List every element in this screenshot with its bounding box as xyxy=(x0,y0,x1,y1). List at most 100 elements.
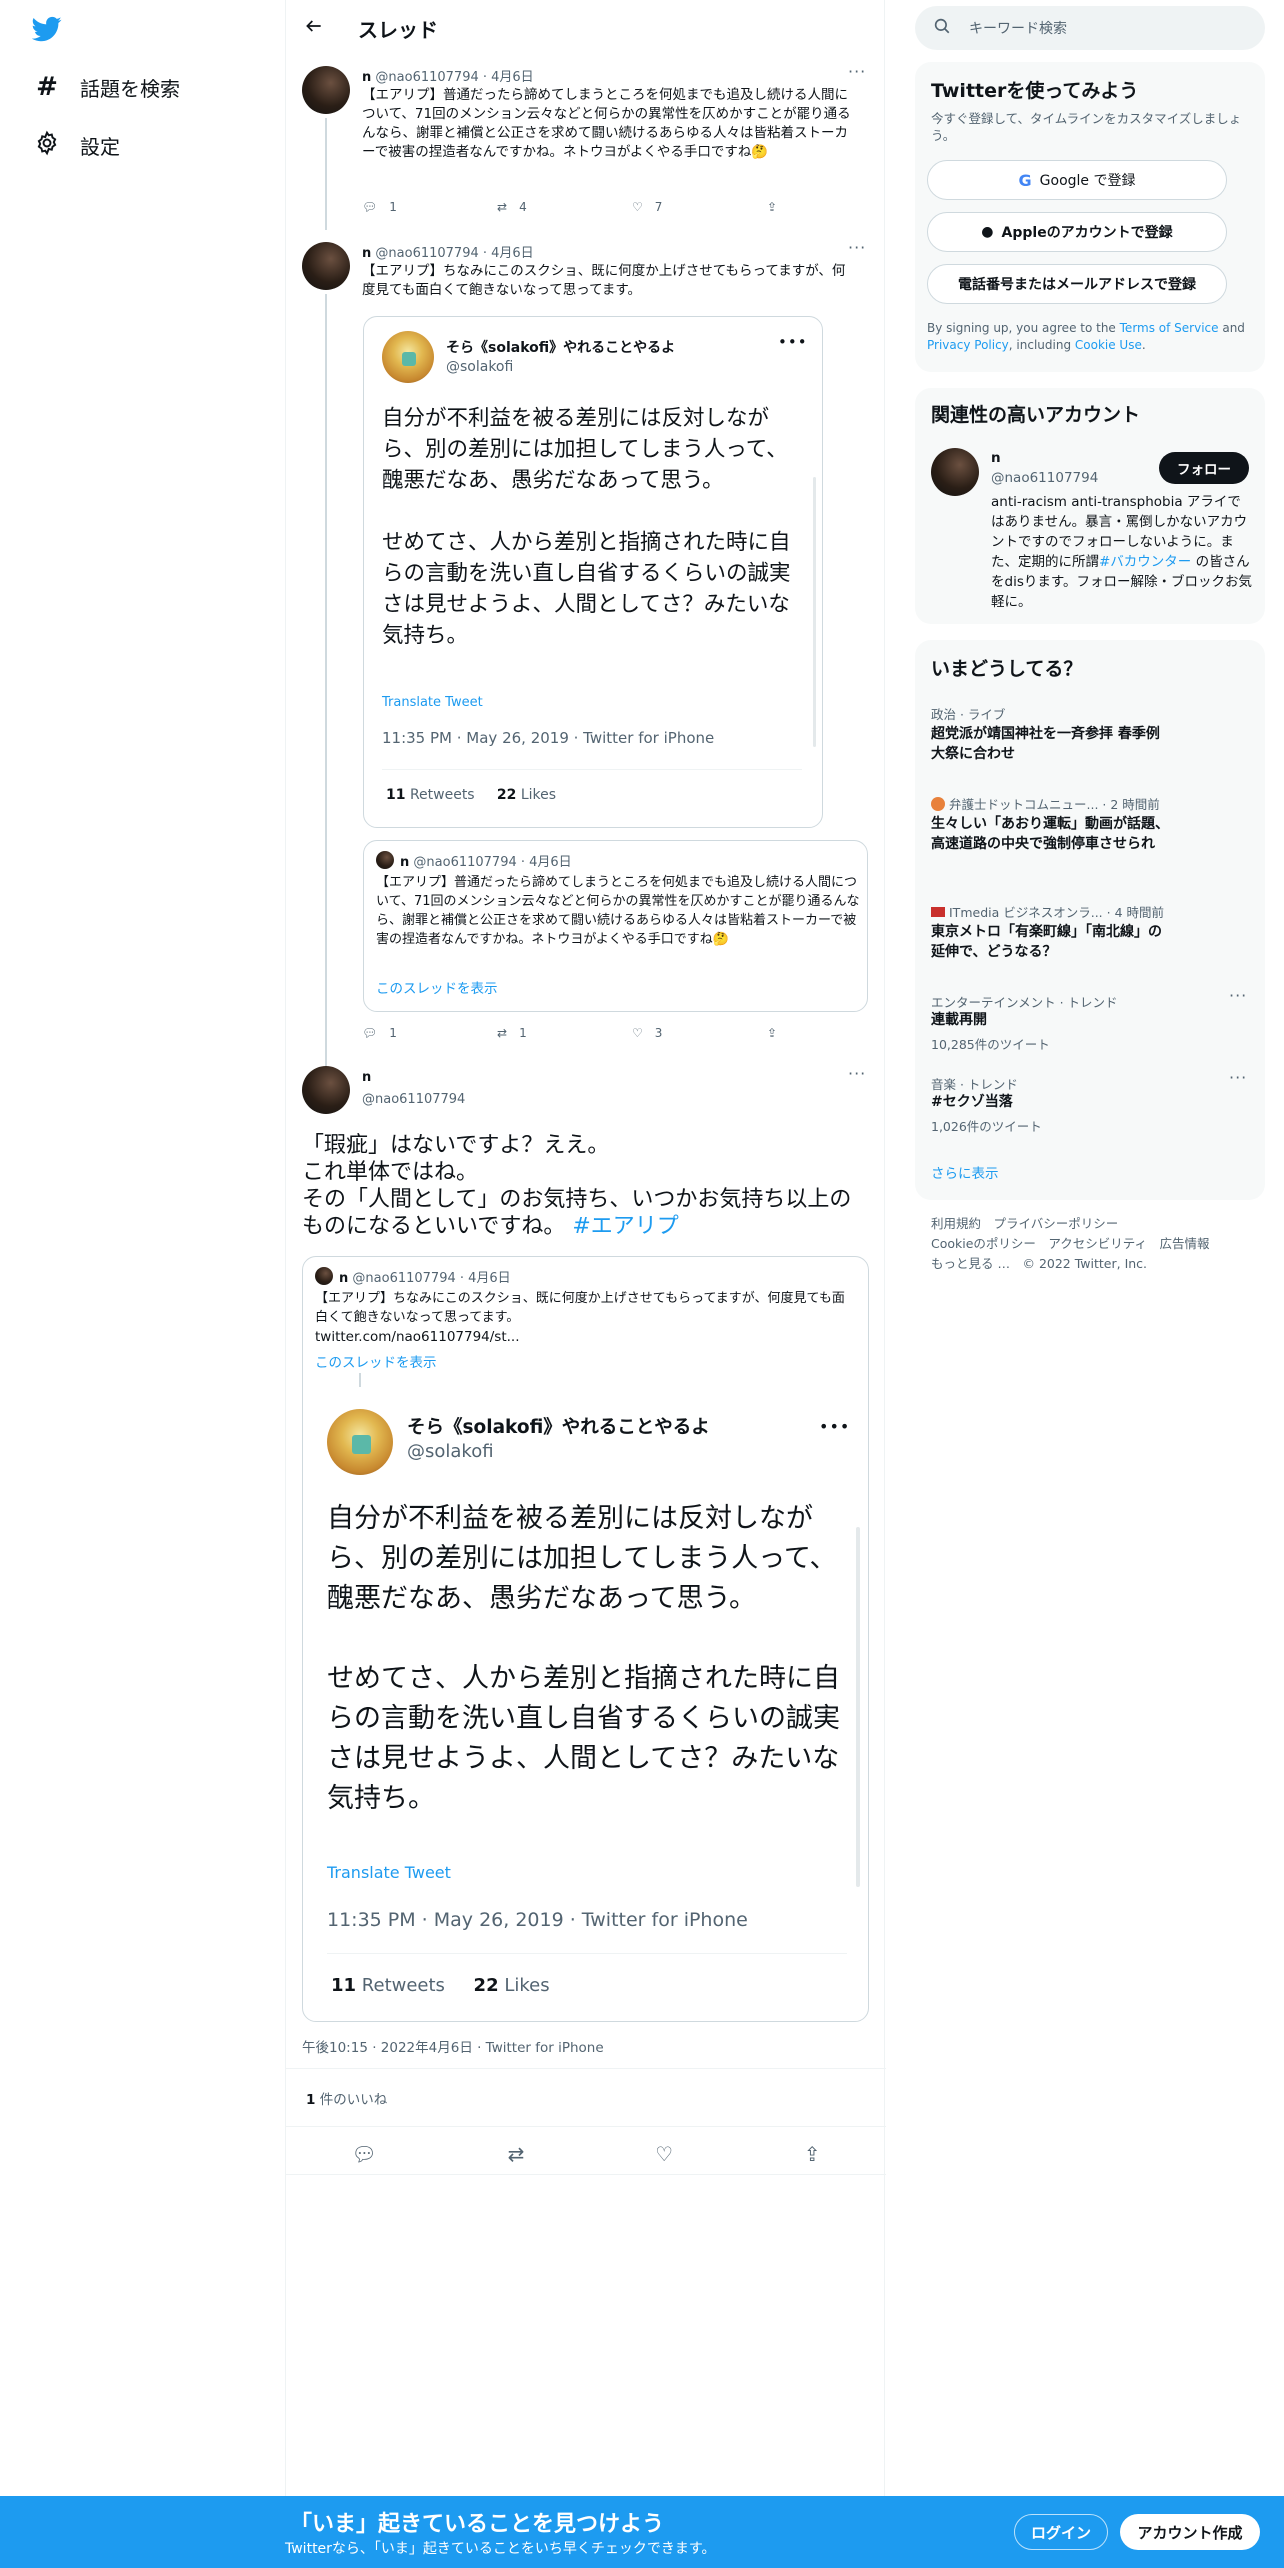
terms-of-service-link[interactable]: Terms of Service xyxy=(1120,321,1219,335)
reply-icon[interactable]: 💬︎ xyxy=(351,2142,376,2166)
signup-terms: By signing up, you agree to the Terms of… xyxy=(927,320,1253,354)
more-icon[interactable]: ··· xyxy=(848,1064,866,1083)
embed-retweets-num: 11 xyxy=(386,787,406,803)
avatar[interactable] xyxy=(302,1066,350,1114)
trend-category: ITmedia ビジネスオンラ... · 4 時間前 xyxy=(949,905,1164,920)
translate-link: Translate Tweet xyxy=(327,1863,451,1882)
avatar[interactable] xyxy=(302,242,350,290)
trend-name: #セクゾ当落 xyxy=(931,1094,1013,1110)
related-handle[interactable]: @nao61107794 xyxy=(991,470,1098,486)
google-signup-button[interactable]: G Google で登録 xyxy=(927,160,1227,200)
more-icon[interactable]: ··· xyxy=(848,62,866,81)
footer-links-3[interactable]: もっと見る … © 2022 Twitter, Inc. xyxy=(931,1254,1147,1274)
more-icon[interactable]: ··· xyxy=(1229,1068,1247,1087)
avatar xyxy=(382,331,434,383)
signup-panel: Twitterを使ってみよう 今すぐ登録して、タイムラインをカスタマイズしましょ… xyxy=(915,62,1265,372)
more-icon[interactable]: ··· xyxy=(1229,986,1247,1005)
embed-retweets-label: Retweets xyxy=(361,1975,445,1996)
embed-stats: 11 Retweets 22 Likes xyxy=(331,1975,550,1996)
share-button[interactable]: ⇪ xyxy=(767,1026,902,1040)
search-input[interactable]: キーワード検索 xyxy=(915,6,1265,50)
follow-button[interactable]: フォロー xyxy=(1159,452,1249,484)
scrollbar xyxy=(813,477,816,747)
reply-count: 1 xyxy=(389,1026,397,1040)
thread-tweet-2[interactable]: n @nao61107794 · 4月6日 ··· 【エアリプ】ちなみにこのスク… xyxy=(286,232,886,1112)
author-handle-date[interactable]: @nao61107794 · 4月6日 xyxy=(375,70,533,85)
bio-hashtag-link[interactable]: #バカウンター xyxy=(1099,554,1191,570)
nav-explore[interactable]: # 話題を検索 xyxy=(34,72,180,102)
reply-button[interactable]: 💬︎ 1 xyxy=(362,1026,497,1040)
login-button[interactable]: ログイン xyxy=(1014,2514,1108,2550)
like-count: 3 xyxy=(654,1026,663,1040)
like-button[interactable]: ♡ 3 xyxy=(632,1026,767,1040)
related-name[interactable]: n xyxy=(991,450,1001,466)
show-more-link[interactable]: さらに表示 xyxy=(931,1162,999,1182)
embed-retweets-num: 11 xyxy=(331,1975,357,1996)
apple-signup-label: Appleのアカウントで登録 xyxy=(1001,225,1173,241)
heart-icon: ♡ xyxy=(632,1026,643,1040)
share-icon[interactable]: ⇪ xyxy=(804,2142,821,2166)
quote-link[interactable]: twitter.com/nao61107794/st... xyxy=(315,1329,520,1345)
signup-subtitle: 今すぐ登録して、タイムラインをカスタマイズしましょう。 xyxy=(931,111,1242,143)
avatar[interactable] xyxy=(931,448,979,496)
thread-connector xyxy=(359,1373,361,1387)
reply-button[interactable]: 💬︎ 1 xyxy=(362,200,497,214)
show-thread-link[interactable]: このスレッドを表示 xyxy=(376,977,498,997)
terms-text: and xyxy=(1218,321,1245,335)
back-arrow-icon[interactable] xyxy=(304,16,328,40)
author-handle-date[interactable]: @nao61107794 · 4月6日 xyxy=(375,246,533,261)
show-thread-link[interactable]: このスレッドを表示 xyxy=(315,1351,437,1371)
terms-text: , including xyxy=(1008,338,1075,352)
more-icon: ••• xyxy=(819,1417,851,1436)
retweet-button[interactable]: ⇄ 1 xyxy=(497,1026,632,1040)
thread-tweet-1[interactable]: n @nao61107794 · 4月6日 ··· 【エアリプ】普通だったら諦め… xyxy=(286,56,886,230)
share-button[interactable]: ⇪ xyxy=(767,200,902,214)
avatar xyxy=(315,1267,333,1285)
divider xyxy=(286,2174,886,2175)
embedded-screenshot[interactable]: そら《solakofi》やれることやるよ @solakofi ••• 自分が不利… xyxy=(363,316,823,828)
thread-header: スレッド xyxy=(286,0,886,56)
footer-links-1[interactable]: 利用規約 プライバシーポリシー xyxy=(931,1214,1118,1234)
trend-count: 10,285件のツイート xyxy=(931,1037,1050,1052)
author-name[interactable]: n xyxy=(362,70,371,85)
signup-button[interactable]: アカウント作成 xyxy=(1120,2514,1260,2550)
trends-panel: いまどうしてる？ 政治 · ライブ 超党派が靖国神社を一斉参拝 春季例大祭に合わ… xyxy=(915,640,1265,1200)
author-handle[interactable]: @nao61107794 xyxy=(362,1092,465,1107)
search-placeholder: キーワード検索 xyxy=(969,21,1067,37)
privacy-policy-link[interactable]: Privacy Policy xyxy=(927,338,1009,352)
more-icon[interactable]: ··· xyxy=(848,238,866,257)
embed-author-handle: @solakofi xyxy=(446,359,514,375)
trend-name: 連載再開 xyxy=(931,1012,987,1028)
embed-meta: 11:35 PM · May 26, 2019 · Twitter for iP… xyxy=(327,1909,748,1931)
quoted-tweet[interactable]: n @nao61107794 · 4月6日 【エアリプ】普通だったら諦めてしまう… xyxy=(363,840,868,1012)
avatar[interactable] xyxy=(302,66,350,114)
author-name[interactable]: n xyxy=(362,246,371,261)
like-button[interactable]: ♡ 7 xyxy=(632,200,767,214)
nav-settings[interactable]: 設定 xyxy=(34,130,120,161)
related-bio: anti-racism anti-transphobia アライではありません。… xyxy=(991,492,1253,612)
author-name[interactable]: n xyxy=(362,1070,371,1085)
phone-email-signup-button[interactable]: 電話番号またはメールアドレスで登録 xyxy=(927,264,1227,304)
twitter-logo-icon[interactable] xyxy=(31,14,62,48)
apple-signup-button[interactable]: ● Appleのアカウントで登録 xyxy=(927,212,1227,252)
banner-subtitle: Twitterなら、「いま」起きていることをいち早くチェックできます。 xyxy=(285,2541,716,2557)
retweet-button[interactable]: ⇄ 4 xyxy=(497,200,632,214)
trend-category: 政治 · ライブ xyxy=(931,707,1006,722)
share-icon: ⇪ xyxy=(767,200,778,214)
cookie-use-link[interactable]: Cookie Use xyxy=(1075,338,1142,352)
trend-category: 弁護士ドットコムニュー... · 2 時間前 xyxy=(949,797,1160,812)
gear-icon xyxy=(34,130,60,161)
heart-icon[interactable]: ♡ xyxy=(655,2142,673,2166)
likes-summary[interactable]: 1 件のいいね xyxy=(306,2088,387,2108)
retweet-icon[interactable]: ⇄ xyxy=(508,2142,525,2166)
more-icon: ••• xyxy=(778,333,808,351)
embed-likes-num: 22 xyxy=(496,787,517,803)
quote-author-name: n xyxy=(339,1271,349,1286)
footer-links-2[interactable]: Cookieのポリシー アクセシビリティ 広告情報 xyxy=(931,1234,1210,1254)
share-icon: ⇪ xyxy=(767,1026,778,1040)
quote-text: 【エアリプ】ちなみにこのスクショ、既に何度か上げさせてもらってますが、何度見ても… xyxy=(315,1291,845,1325)
embed-stats: 11 Retweets 22 Likes xyxy=(386,787,556,803)
quoted-tweet[interactable]: n @nao61107794 · 4月6日 【エアリプ】ちなみにこのスクショ、既… xyxy=(302,1256,869,2022)
tweet-timestamp[interactable]: 午後10:15 · 2022年4月6日 · Twitter for iPhone xyxy=(302,2036,604,2056)
hashtag-link[interactable]: #エアリプ xyxy=(572,1214,678,1239)
